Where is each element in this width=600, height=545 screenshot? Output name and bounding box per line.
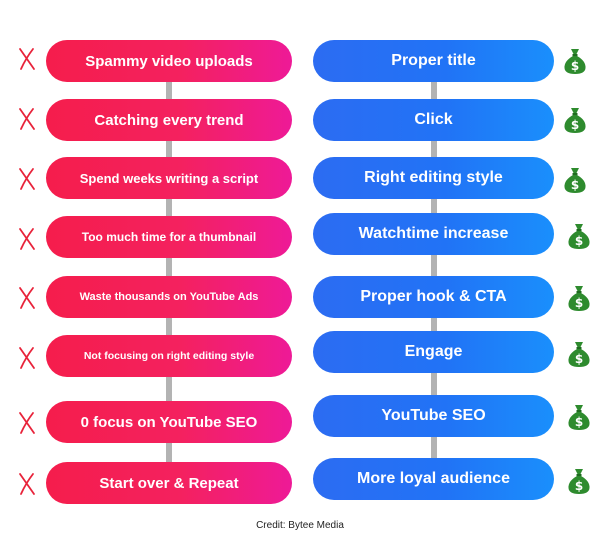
cross-mark-icon xyxy=(19,168,35,190)
money-bag-icon: $ xyxy=(568,469,590,494)
right-step-1: Proper title xyxy=(313,40,554,82)
money-bag-icon: $ xyxy=(564,108,586,133)
right-step-2: Click xyxy=(313,99,554,141)
left-step-label: Start over & Repeat xyxy=(99,474,239,492)
cross-mark-icon xyxy=(19,228,35,250)
left-step-2: Catching every trend xyxy=(46,99,292,141)
left-step-label: Catching every trend xyxy=(94,111,244,129)
left-step-5: Waste thousands on YouTube Ads xyxy=(46,276,292,318)
left-step-4: Too much time for a thumbnail xyxy=(46,216,292,258)
money-bag-icon: $ xyxy=(568,224,590,249)
cross-mark-icon xyxy=(19,108,35,130)
credit-text: Credit: Bytee Media xyxy=(256,520,344,531)
right-step-5: Proper hook & CTA xyxy=(313,276,554,318)
right-step-label: Engage xyxy=(404,343,463,360)
money-bag-icon: $ xyxy=(564,49,586,74)
cross-mark-icon xyxy=(19,412,35,434)
left-step-label: Spend weeks writing a script xyxy=(79,170,259,186)
cross-mark-icon xyxy=(19,347,35,369)
left-step-label: Waste thousands on YouTube Ads xyxy=(79,291,259,303)
left-step-3: Spend weeks writing a script xyxy=(46,157,292,199)
right-step-label: YouTube SEO xyxy=(381,407,486,424)
right-step-6: Engage xyxy=(313,331,554,373)
right-step-4: Watchtime increase xyxy=(313,213,554,255)
money-bag-icon: $ xyxy=(568,286,590,311)
left-step-6: Not focusing on right editing style xyxy=(46,335,292,377)
svg-text:$: $ xyxy=(575,296,583,310)
right-step-8: More loyal audience xyxy=(313,458,554,500)
svg-text:$: $ xyxy=(575,479,583,493)
svg-text:$: $ xyxy=(571,118,579,132)
right-step-label: More loyal audience xyxy=(357,470,510,487)
left-step-1: Spammy video uploads xyxy=(46,40,292,82)
right-step-7: YouTube SEO xyxy=(313,395,554,437)
svg-text:$: $ xyxy=(575,234,583,248)
svg-text:$: $ xyxy=(571,178,579,192)
left-step-7: 0 focus on YouTube SEO xyxy=(46,401,292,443)
right-step-label: Watchtime increase xyxy=(358,225,509,242)
right-step-label: Click xyxy=(414,111,453,128)
right-step-label: Right editing style xyxy=(364,169,503,186)
left-step-label: 0 focus on YouTube SEO xyxy=(80,413,258,431)
cross-mark-icon xyxy=(19,473,35,495)
money-bag-icon: $ xyxy=(568,405,590,430)
money-bag-icon: $ xyxy=(564,168,586,193)
cross-mark-icon xyxy=(19,48,35,70)
svg-text:$: $ xyxy=(575,352,583,366)
money-bag-icon: $ xyxy=(568,342,590,367)
svg-text:$: $ xyxy=(571,59,579,73)
svg-text:$: $ xyxy=(575,415,583,429)
cross-mark-icon xyxy=(19,287,35,309)
comparison-diagram: Spammy video uploads Catching every tren… xyxy=(0,0,600,545)
right-step-3: Right editing style xyxy=(313,157,554,199)
right-step-label: Proper hook & CTA xyxy=(360,288,507,305)
left-step-8: Start over & Repeat xyxy=(46,462,292,504)
left-step-label: Spammy video uploads xyxy=(85,52,253,70)
right-step-label: Proper title xyxy=(391,52,476,69)
left-step-label: Too much time for a thumbnail xyxy=(81,230,257,244)
left-step-label: Not focusing on right editing style xyxy=(83,350,255,362)
